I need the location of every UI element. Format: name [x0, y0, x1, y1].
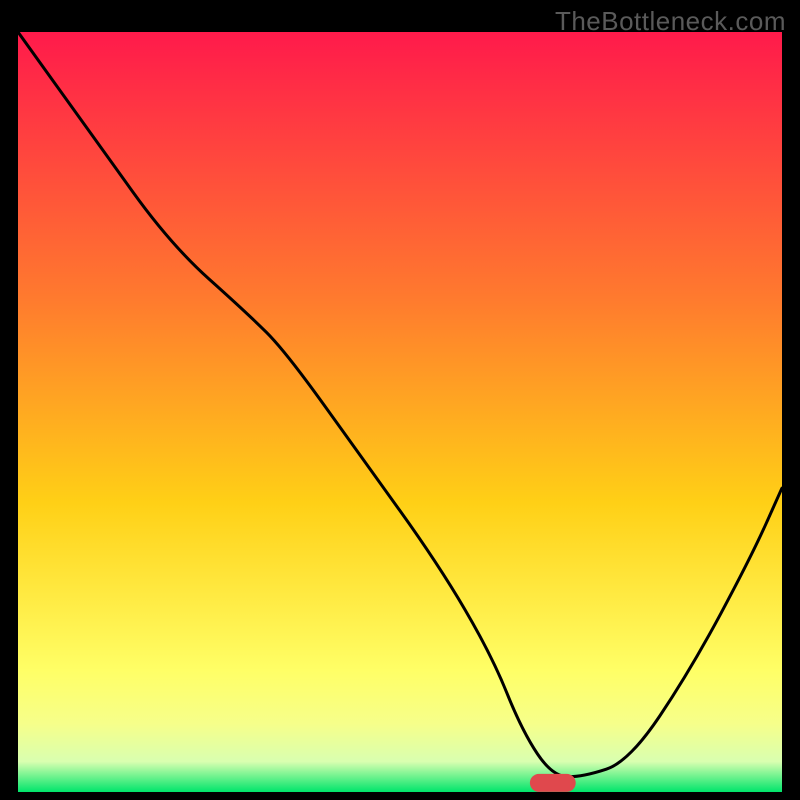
optimal-marker	[530, 774, 576, 792]
plot-area	[18, 32, 782, 792]
gradient-background	[18, 32, 782, 792]
chart-frame: TheBottleneck.com	[0, 0, 800, 800]
bottleneck-chart	[18, 32, 782, 792]
